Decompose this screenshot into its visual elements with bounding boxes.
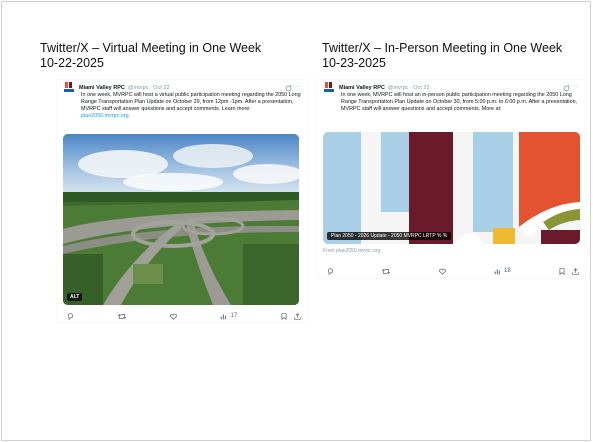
views-icon — [494, 268, 500, 274]
mvrpc-logo-icon — [64, 82, 74, 92]
slide: Twitter/X – Virtual Meeting in One Week … — [1, 1, 591, 441]
author-name[interactable]: Miami Valley RPC — [339, 85, 385, 91]
tweet-menu: ⋯ — [285, 84, 302, 92]
grok-icon[interactable] — [563, 84, 570, 92]
like-icon — [169, 313, 177, 320]
author-handle[interactable]: @mvrpc · Oct 23 — [388, 85, 430, 91]
bookmark-share-group — [281, 312, 301, 320]
plan-2050-graphic — [323, 132, 580, 244]
tweet-card-in-person[interactable]: Miami Valley RPC @mvrpc · Oct 23 ⋯ In on… — [317, 80, 585, 278]
tweet-link[interactable]: plan2050.mvrpc.org. — [81, 113, 130, 119]
tweet-actions: 18 — [327, 266, 579, 276]
tweet-actions: 17 — [67, 311, 301, 321]
repost-button[interactable] — [382, 268, 391, 275]
repost-icon — [117, 313, 126, 319]
reply-button[interactable] — [327, 267, 334, 275]
right-heading-date: 10-23-2025 — [322, 56, 386, 70]
views-count: 18 — [503, 268, 511, 274]
author-handle[interactable]: @mvrpc · Oct 22 — [128, 85, 170, 91]
mvrpc-logo-icon — [324, 82, 334, 92]
reply-icon — [328, 267, 333, 275]
more-icon[interactable]: ⋯ — [574, 85, 580, 92]
link-card-source[interactable]: From plan2050.mvrpc.org — [323, 248, 380, 254]
tweet-text: In one week, MVRPC will host a virtual p… — [81, 92, 301, 120]
views-icon — [221, 313, 227, 319]
tweet-card-virtual[interactable]: Miami Valley RPC @mvrpc · Oct 22 ⋯ In on… — [57, 80, 307, 322]
tweet-body: In one week, MVRPC will host an in-perso… — [341, 92, 578, 112]
tweet-menu: ⋯ — [563, 84, 580, 92]
views-count: 17 — [230, 313, 238, 319]
left-heading: Twitter/X – Virtual Meeting in One Week … — [40, 41, 310, 71]
repost-icon — [382, 268, 391, 274]
reply-button[interactable] — [67, 312, 74, 320]
link-card-image[interactable]: Plan 2050 - 2026 Update - 2050 MVRPC LRT… — [323, 132, 580, 244]
share-icon[interactable] — [572, 267, 579, 275]
repost-button[interactable] — [117, 313, 126, 320]
left-heading-date: 10-22-2025 — [40, 56, 104, 70]
tweet-photo[interactable]: ALT — [63, 134, 299, 305]
bookmark-icon[interactable] — [281, 312, 287, 320]
author-name[interactable]: Miami Valley RPC — [79, 85, 125, 91]
bookmark-icon[interactable] — [559, 267, 565, 275]
left-heading-title: Twitter/X – Virtual Meeting in One Week — [40, 41, 262, 55]
bookmark-share-group — [559, 267, 579, 275]
share-icon[interactable] — [294, 312, 301, 320]
like-button[interactable] — [169, 313, 177, 320]
like-button[interactable] — [438, 268, 446, 275]
like-icon — [438, 268, 446, 275]
tweet-body: In one week, MVRPC will host a virtual p… — [81, 92, 301, 112]
views-button[interactable]: 17 — [220, 313, 237, 320]
link-card-caption: Plan 2050 - 2026 Update - 2050 MVRPC LRT… — [327, 232, 452, 240]
tweet-text: In one week, MVRPC will host an in-perso… — [341, 92, 579, 113]
views-button[interactable]: 18 — [494, 268, 511, 275]
right-heading: Twitter/X – In-Person Meeting in One Wee… — [322, 41, 592, 71]
highway-interchange-photo — [63, 134, 299, 305]
grok-icon[interactable] — [285, 84, 292, 92]
reply-icon — [68, 312, 73, 320]
right-heading-title: Twitter/X – In-Person Meeting in One Wee… — [322, 41, 563, 55]
alt-badge[interactable]: ALT — [67, 293, 83, 301]
more-icon[interactable]: ⋯ — [296, 85, 302, 92]
